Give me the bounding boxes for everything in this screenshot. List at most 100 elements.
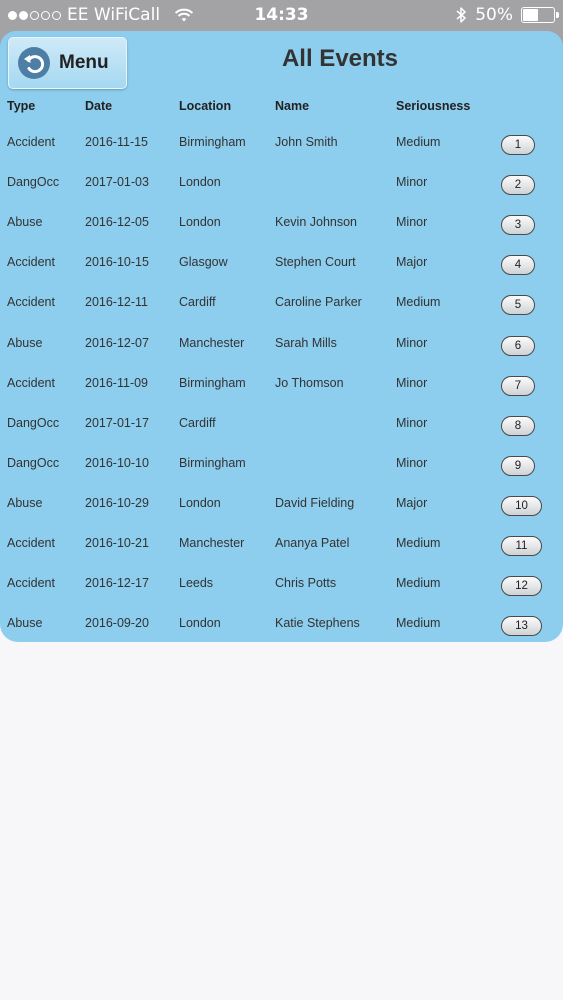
- cell-seriousness: Minor: [396, 455, 428, 470]
- cell-location: Glasgow: [179, 255, 228, 270]
- event-detail-button[interactable]: 3: [501, 215, 535, 236]
- battery-percent: 50%: [475, 5, 513, 25]
- cell-date: 2016-11-09: [85, 375, 149, 390]
- bluetooth-icon: [456, 7, 466, 23]
- battery-icon: [521, 7, 559, 23]
- cell-date: 2016-10-29: [85, 495, 149, 510]
- cell-seriousness: Medium: [396, 576, 441, 591]
- battery-fill: [523, 9, 538, 21]
- table-row: DangOcc 2017-01-17 Cardiff Minor 8: [0, 415, 563, 456]
- event-detail-button[interactable]: 7: [501, 375, 535, 396]
- table-row: DangOcc 2016-10-10 Birmingham Minor 9: [0, 455, 563, 496]
- cell-location: London: [179, 495, 221, 510]
- table-row: Abuse 2016-10-29 London David Fielding Major…: [0, 495, 563, 536]
- event-detail-button[interactable]: 6: [501, 335, 535, 356]
- table-row: Abuse 2016-12-07 Manchester Sarah Mills Mino…: [0, 335, 563, 376]
- cell-location: Cardiff: [179, 295, 216, 310]
- column-header-type: Type: [7, 99, 36, 113]
- cell-name: Katie Stephens: [275, 616, 360, 631]
- cell-type: Abuse: [7, 215, 43, 230]
- cell-name: David Fielding: [275, 495, 355, 510]
- table-row: Accident 2016-11-09 Birmingham Jo Thomson Mi…: [0, 375, 563, 416]
- table-row: Abuse 2016-12-05 London Kevin Johnson Minor 3: [0, 215, 563, 255]
- cell-location: London: [179, 175, 221, 190]
- cell-name: Ananya Patel: [275, 536, 350, 550]
- event-detail-button[interactable]: 12: [501, 576, 542, 597]
- cell-seriousness: Medium: [396, 295, 441, 310]
- table-row: Accident 2016-11-15 Birmingham John Smith Me…: [0, 135, 563, 175]
- cell-location: Birmingham: [179, 455, 246, 470]
- column-header-date: Date: [85, 99, 113, 113]
- cell-type: Abuse: [7, 495, 43, 510]
- event-detail-button[interactable]: 8: [501, 415, 535, 436]
- cell-seriousness: Medium: [396, 135, 441, 149]
- event-detail-button[interactable]: 2: [501, 175, 535, 196]
- cell-date: 2016-10-10: [85, 455, 149, 470]
- table-header: Type Date Location Name Seriousness: [0, 99, 563, 115]
- cell-date: 2016-11-15: [85, 135, 149, 149]
- table-row: Accident 2016-12-17 Leeds Chris Potts Medium…: [0, 576, 563, 616]
- cell-type: DangOcc: [7, 455, 60, 470]
- back-arrow-icon: [18, 47, 50, 79]
- cell-date: 2016-12-11: [85, 295, 149, 310]
- cell-seriousness: Medium: [396, 616, 441, 631]
- table-row: DangOcc 2017-01-03 London Minor 2: [0, 175, 563, 215]
- cell-date: 2016-12-17: [85, 576, 149, 591]
- cell-date: 2016-12-05: [85, 215, 149, 230]
- event-detail-button[interactable]: 5: [501, 295, 535, 316]
- status-bar: EE WiFiCall 14:33 50%: [0, 0, 563, 31]
- cell-seriousness: Major: [396, 255, 428, 270]
- column-header-name: Name: [275, 99, 310, 113]
- cell-date: 2016-09-20: [85, 616, 149, 631]
- cell-seriousness: Minor: [396, 415, 428, 430]
- cell-location: London: [179, 616, 221, 631]
- column-header-seriousness: Seriousness: [396, 99, 471, 113]
- cell-name: Stephen Court: [275, 255, 356, 270]
- cell-type: Abuse: [7, 616, 43, 631]
- cell-name: Jo Thomson: [275, 375, 344, 390]
- status-right: 50%: [455, 5, 559, 25]
- event-detail-button[interactable]: 4: [501, 255, 535, 276]
- cell-name: John Smith: [275, 135, 338, 149]
- cell-location: Leeds: [179, 576, 214, 591]
- event-detail-button[interactable]: 10: [501, 495, 542, 516]
- cell-type: Accident: [7, 375, 55, 390]
- table-row: Accident 2016-10-21 Manchester Ananya Patel…: [0, 536, 563, 576]
- event-detail-button[interactable]: 11: [501, 536, 542, 556]
- cell-date: 2016-12-07: [85, 335, 149, 350]
- cell-location: Birmingham: [179, 375, 246, 390]
- cell-seriousness: Minor: [396, 175, 428, 190]
- cell-name: Kevin Johnson: [275, 215, 358, 230]
- cell-seriousness: Major: [396, 495, 428, 510]
- cell-type: DangOcc: [7, 175, 60, 190]
- menu-label: Menu: [59, 52, 109, 73]
- column-header-location: Location: [179, 99, 232, 113]
- cell-type: Accident: [7, 295, 55, 310]
- cell-location: London: [179, 215, 221, 230]
- cell-date: 2016-10-21: [85, 536, 149, 550]
- cell-date: 2017-01-03: [85, 175, 149, 190]
- table-row: Accident 2016-10-15 Glasgow Stephen Court Ma…: [0, 255, 563, 295]
- cell-type: DangOcc: [7, 415, 60, 430]
- event-detail-button[interactable]: 9: [501, 455, 535, 476]
- cell-type: Abuse: [7, 335, 43, 350]
- menu-button[interactable]: Menu: [8, 37, 127, 89]
- cell-seriousness: Medium: [396, 536, 441, 550]
- cell-name: Caroline Parker: [275, 295, 362, 310]
- cell-type: Accident: [7, 536, 55, 550]
- cell-name: Chris Potts: [275, 576, 337, 591]
- cell-type: Accident: [7, 576, 55, 591]
- cell-date: 2017-01-17: [85, 415, 149, 430]
- table-row: Abuse 2016-09-20 London Katie Stephens Mediu…: [0, 616, 563, 656]
- event-detail-button[interactable]: 1: [501, 135, 535, 155]
- page-title: All Events: [281, 45, 399, 72]
- cell-location: Birmingham: [179, 135, 246, 149]
- cell-location: Manchester: [179, 335, 245, 350]
- event-detail-button[interactable]: 13: [501, 616, 542, 637]
- table-row: Accident 2016-12-11 Cardiff Caroline Parker…: [0, 295, 563, 335]
- cell-seriousness: Minor: [396, 375, 428, 390]
- cell-type: Accident: [7, 255, 55, 270]
- cell-date: 2016-10-15: [85, 255, 149, 270]
- cell-seriousness: Minor: [396, 335, 428, 350]
- cell-type: Accident: [7, 135, 55, 149]
